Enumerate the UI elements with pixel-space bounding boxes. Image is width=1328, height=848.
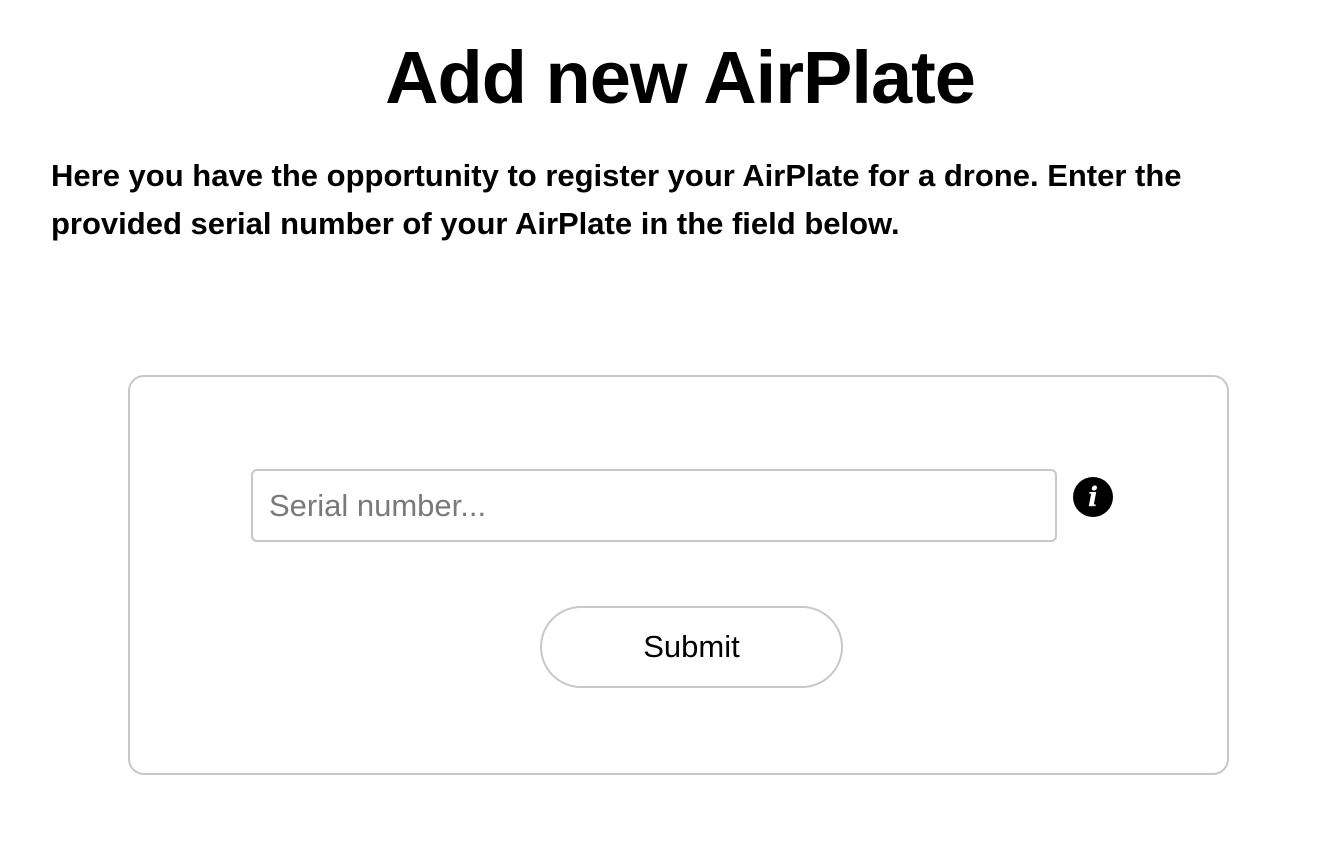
submit-button[interactable]: Submit — [540, 606, 843, 688]
info-icon[interactable]: i — [1073, 477, 1113, 517]
page: Add new AirPlate Here you have the oppor… — [0, 0, 1328, 848]
serial-number-input[interactable] — [251, 469, 1057, 542]
page-description: Here you have the opportunity to registe… — [51, 158, 1182, 241]
page-title: Add new AirPlate — [385, 36, 976, 119]
registration-card: i Submit — [128, 375, 1229, 775]
